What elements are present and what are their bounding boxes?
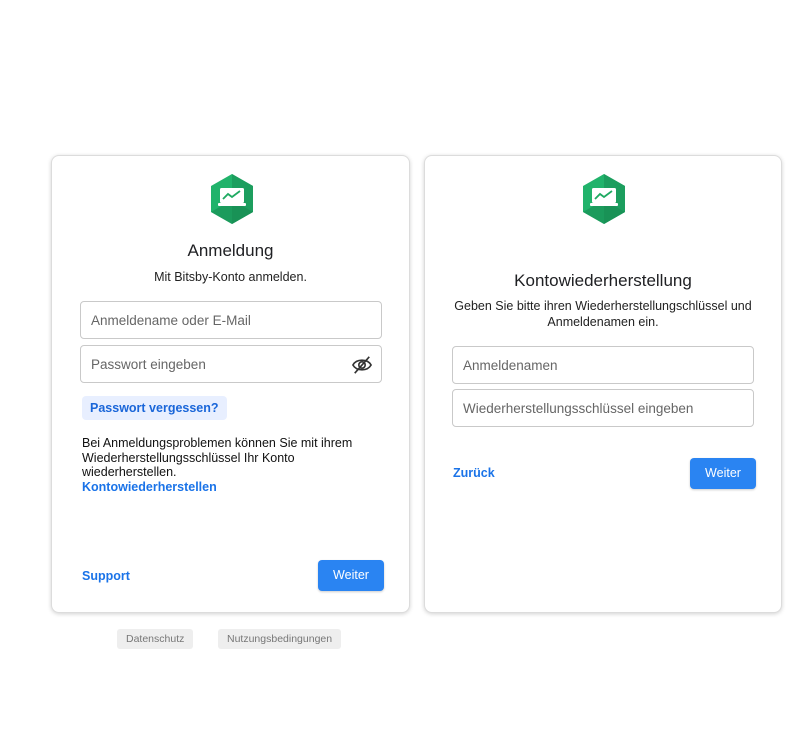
login-help-text: Bei Anmeldungsproblemen können Sie mit i… bbox=[82, 436, 389, 494]
recovery-key-field[interactable] bbox=[452, 389, 754, 427]
login-subtitle: Mit Bitsby-Konto anmelden. bbox=[154, 270, 307, 284]
bitsby-logo-icon bbox=[583, 174, 625, 224]
login-next-button[interactable]: Weiter bbox=[318, 560, 384, 591]
password-input[interactable] bbox=[81, 346, 381, 382]
login-title: Anmeldung bbox=[187, 241, 274, 260]
eye-off-icon[interactable] bbox=[351, 355, 373, 375]
recovery-key-input[interactable] bbox=[453, 390, 753, 426]
recovery-title: Kontowiederherstellung bbox=[514, 271, 692, 290]
bitsby-logo-icon bbox=[211, 174, 253, 224]
password-field[interactable] bbox=[80, 345, 382, 383]
recovery-next-button[interactable]: Weiter bbox=[690, 458, 756, 489]
recovery-username-field[interactable] bbox=[452, 346, 754, 384]
back-link[interactable]: Zurück bbox=[453, 466, 495, 480]
forgot-password-button[interactable]: Passwort vergessen? bbox=[82, 396, 227, 420]
recovery-card: Kontowiederherstellung Geben Sie bitte i… bbox=[424, 155, 782, 613]
recovery-subtitle: Geben Sie bitte ihren Wiederherstellungs… bbox=[454, 299, 752, 329]
login-card: Anmeldung Mit Bitsby-Konto anmelden. Pas… bbox=[51, 155, 410, 613]
username-field[interactable] bbox=[80, 301, 382, 339]
help-text: Bei Anmeldungsproblemen können Sie mit i… bbox=[82, 436, 353, 479]
username-input[interactable] bbox=[81, 302, 381, 338]
recovery-username-input[interactable] bbox=[453, 347, 753, 383]
terms-link[interactable]: Nutzungsbedingungen bbox=[218, 629, 342, 649]
support-link[interactable]: Support bbox=[82, 569, 130, 583]
recover-account-link[interactable]: Kontowiederherstellen bbox=[82, 480, 217, 494]
privacy-link[interactable]: Datenschutz bbox=[117, 629, 194, 649]
